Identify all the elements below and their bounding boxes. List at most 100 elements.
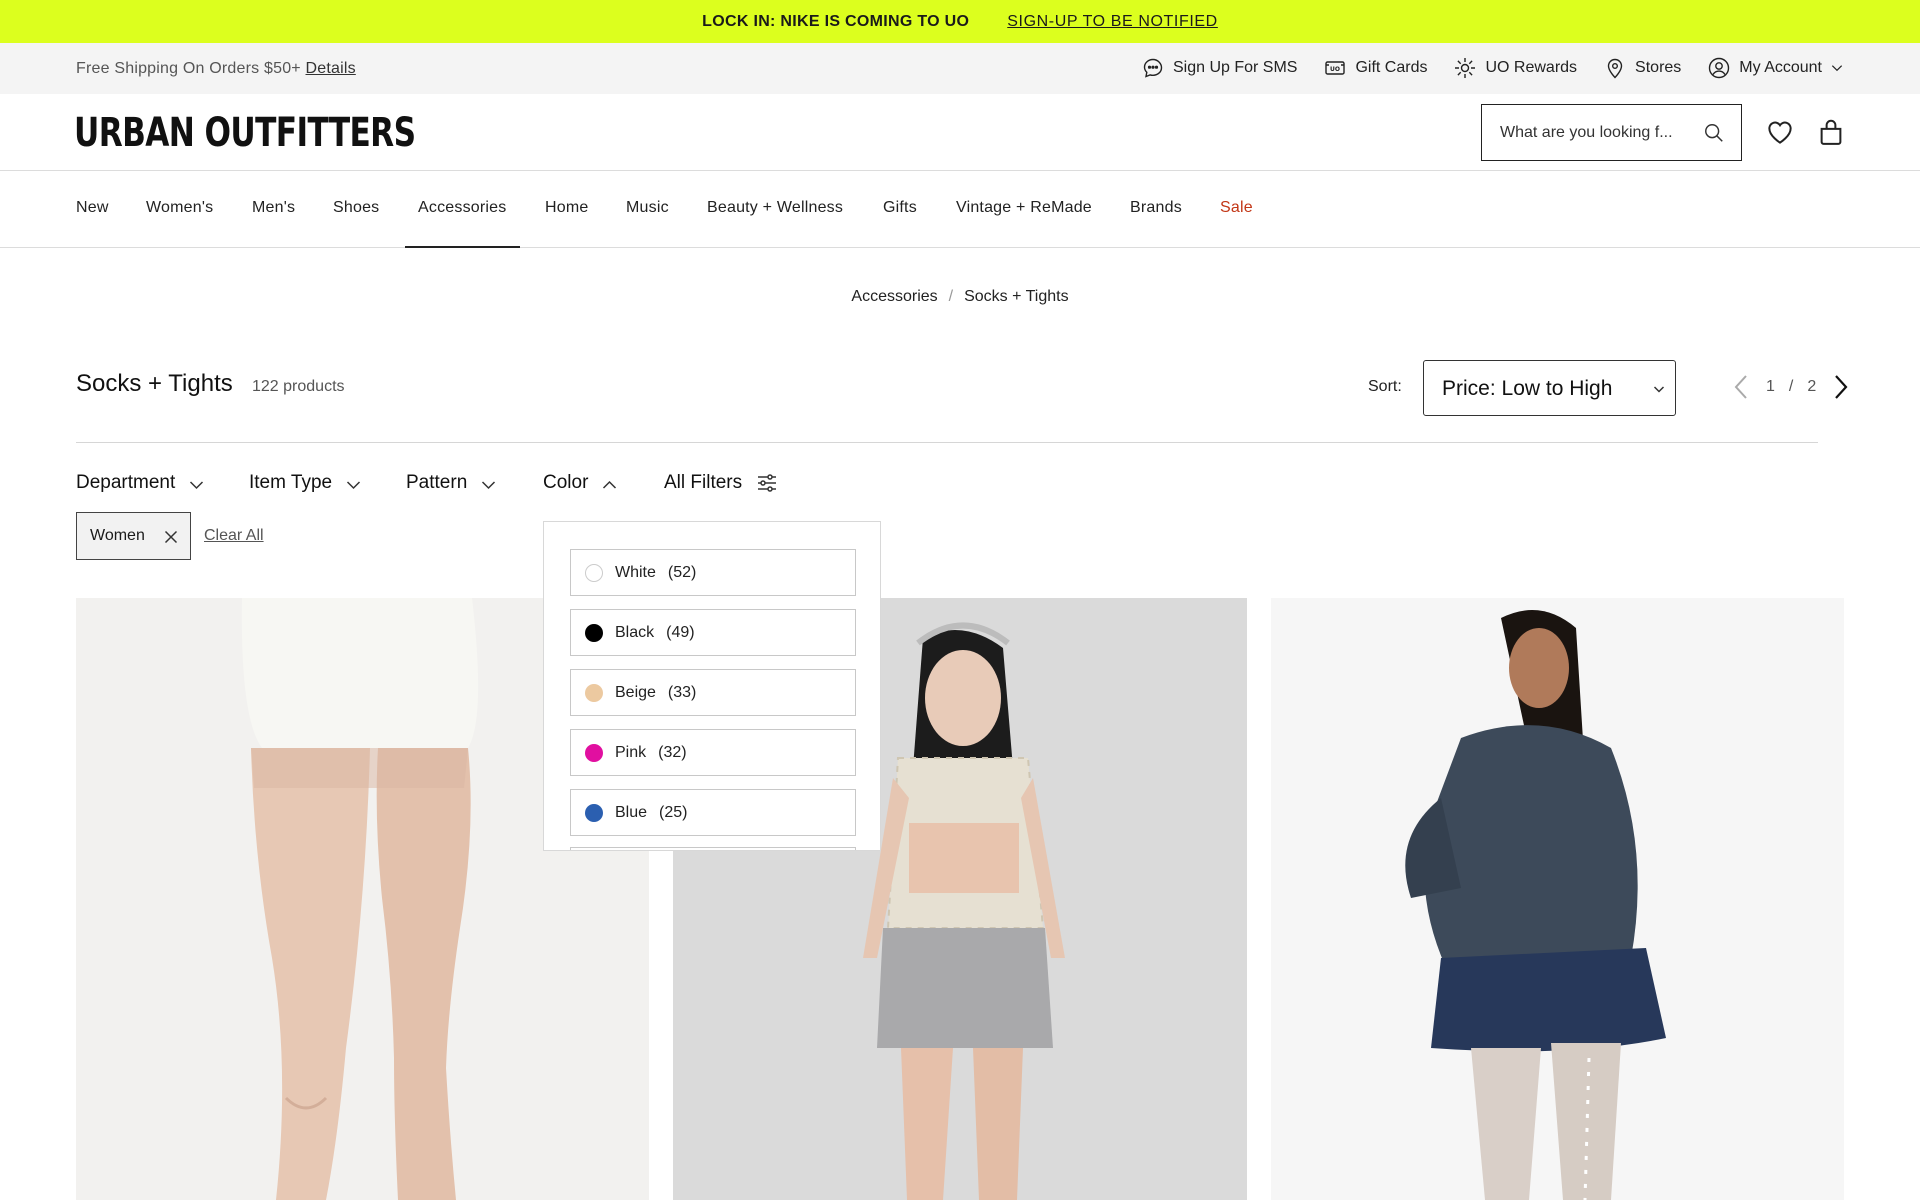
product-count: 122 products (252, 378, 345, 395)
site-logo[interactable]: URBAN OUTFITTERS (74, 110, 416, 156)
pagination: 1 / 2 (1730, 372, 1852, 402)
user-icon (1709, 57, 1730, 79)
color-option-black[interactable]: Black (49) (570, 609, 856, 656)
utility-links: Sign Up For SMS UO Gift Cards UO Rewards… (1141, 55, 1844, 81)
color-option-next[interactable] (570, 847, 856, 850)
swatch-blue (585, 803, 603, 822)
sort-select[interactable]: Price: Low to High (1423, 360, 1676, 416)
breadcrumb-current: Socks + Tights (964, 288, 1069, 305)
filter-department[interactable]: Department (76, 472, 204, 494)
color-filter-dropdown: White (52) Black (49) Beige (33) Pink (3… (543, 521, 881, 851)
nav-item-sale[interactable]: Sale (1220, 199, 1253, 217)
sms-signup-link[interactable]: Sign Up For SMS (1141, 55, 1297, 81)
color-option-count: (52) (667, 563, 697, 581)
shopping-bag-icon[interactable] (1816, 117, 1846, 147)
stores-link[interactable]: Stores (1603, 55, 1681, 81)
close-icon[interactable] (164, 530, 178, 544)
gift-cards-link[interactable]: UO Gift Cards (1323, 55, 1427, 81)
page-separator: / (1788, 378, 1794, 395)
filter-pattern-label: Pattern (406, 472, 468, 493)
active-filter-chip[interactable]: Women (76, 512, 191, 560)
nav-item-brands[interactable]: Brands (1130, 199, 1182, 217)
search-icon[interactable] (1703, 122, 1725, 144)
breadcrumb-separator: / (948, 288, 954, 305)
chevron-down-icon (1653, 386, 1665, 393)
color-option-blue[interactable]: Blue (25) (570, 789, 856, 836)
product-image-pearl-tights-model[interactable] (1271, 598, 1844, 1200)
nav-item-accessories[interactable]: Accessories (418, 199, 506, 217)
shipping-text: Free Shipping On Orders $50+ (76, 60, 301, 77)
color-option-label: Blue (615, 803, 648, 821)
nav-item-beauty-wellness[interactable]: Beauty + Wellness (707, 199, 843, 217)
nav-item-mens[interactable]: Men's (252, 199, 295, 217)
wishlist-heart-icon[interactable] (1765, 117, 1795, 147)
page-title: Socks + Tights (76, 370, 233, 397)
swatch-black (585, 623, 603, 642)
search-input[interactable] (1500, 123, 1690, 142)
promo-signup-link[interactable]: SIGN-UP TO BE NOTIFIED (1007, 13, 1218, 31)
nav-item-new[interactable]: New (76, 199, 109, 217)
filter-all-label: All Filters (664, 472, 743, 493)
swatch-white (585, 563, 603, 582)
color-option-count: (25) (659, 803, 688, 821)
filter-item-type-label: Item Type (249, 472, 333, 493)
nav-item-shoes[interactable]: Shoes (333, 199, 379, 217)
gift-cards-label: Gift Cards (1355, 59, 1428, 76)
uo-rewards-label: UO Rewards (1485, 59, 1578, 76)
color-option-label: White (615, 563, 656, 581)
clear-all-link[interactable]: Clear All (204, 527, 264, 545)
nav-item-home[interactable]: Home (545, 199, 588, 217)
color-option-count: (49) (666, 623, 695, 641)
color-option-pink[interactable]: Pink (32) (570, 729, 856, 776)
chevron-up-icon (603, 480, 617, 489)
chevron-left-icon[interactable] (1730, 372, 1752, 402)
page-current: 1 (1766, 378, 1775, 395)
nav-item-gifts[interactable]: Gifts (883, 199, 917, 217)
nav-item-music[interactable]: Music (626, 199, 669, 217)
chevron-down-icon (1831, 65, 1843, 72)
page-total: 2 (1807, 378, 1817, 395)
chat-bubble-icon (1143, 58, 1163, 78)
main-nav: New Women's Men's Shoes Accessories Home… (0, 171, 1920, 248)
breadcrumb: Accessories / Socks + Tights (0, 288, 1920, 306)
sort-label: Sort: (1368, 378, 1402, 395)
swatch-pink (585, 743, 603, 762)
swatch-beige (585, 683, 603, 702)
promo-headline: LOCK IN: NIKE IS COMING TO UO (702, 12, 970, 30)
my-account-link[interactable]: My Account (1707, 55, 1844, 81)
nav-item-womens[interactable]: Women's (146, 199, 213, 217)
color-option-label: Black (615, 623, 655, 641)
color-option-count: (32) (658, 743, 687, 761)
filter-item-type[interactable]: Item Type (249, 472, 361, 494)
divider (76, 442, 1818, 443)
gift-card-icon: UO (1325, 61, 1346, 75)
color-option-beige[interactable]: Beige (33) (570, 669, 856, 716)
active-nav-indicator (405, 246, 520, 248)
breadcrumb-parent[interactable]: Accessories (851, 288, 937, 305)
filter-color[interactable]: Color (543, 472, 617, 494)
color-option-label: Pink (615, 743, 647, 761)
filter-pattern[interactable]: Pattern (406, 472, 496, 494)
site-header: URBAN OUTFITTERS (0, 94, 1920, 171)
map-pin-icon (1607, 58, 1623, 79)
filter-color-label: Color (543, 472, 589, 493)
product-photo (1271, 598, 1844, 1200)
color-option-label: Beige (615, 683, 656, 701)
uo-rewards-link[interactable]: UO Rewards (1453, 55, 1577, 81)
color-option-white[interactable]: White (52) (570, 549, 856, 596)
stores-label: Stores (1635, 59, 1682, 76)
my-account-label: My Account (1739, 59, 1822, 76)
sort-value: Price: Low to High (1442, 377, 1613, 400)
sms-signup-label: Sign Up For SMS (1172, 59, 1298, 76)
sparkle-icon (1455, 58, 1476, 78)
shipping-details-link[interactable]: Details (306, 60, 356, 77)
chevron-down-icon (482, 480, 496, 489)
utility-bar: Free Shipping On Orders $50+ Details Sig… (0, 43, 1920, 94)
search-box[interactable] (1481, 104, 1742, 161)
nav-item-vintage-remade[interactable]: Vintage + ReMade (956, 199, 1092, 217)
chevron-right-icon[interactable] (1830, 372, 1852, 402)
active-filter-label: Women (90, 527, 145, 544)
filter-department-label: Department (76, 472, 176, 493)
filter-all[interactable]: All Filters (664, 472, 778, 494)
chevron-down-icon (190, 480, 204, 489)
